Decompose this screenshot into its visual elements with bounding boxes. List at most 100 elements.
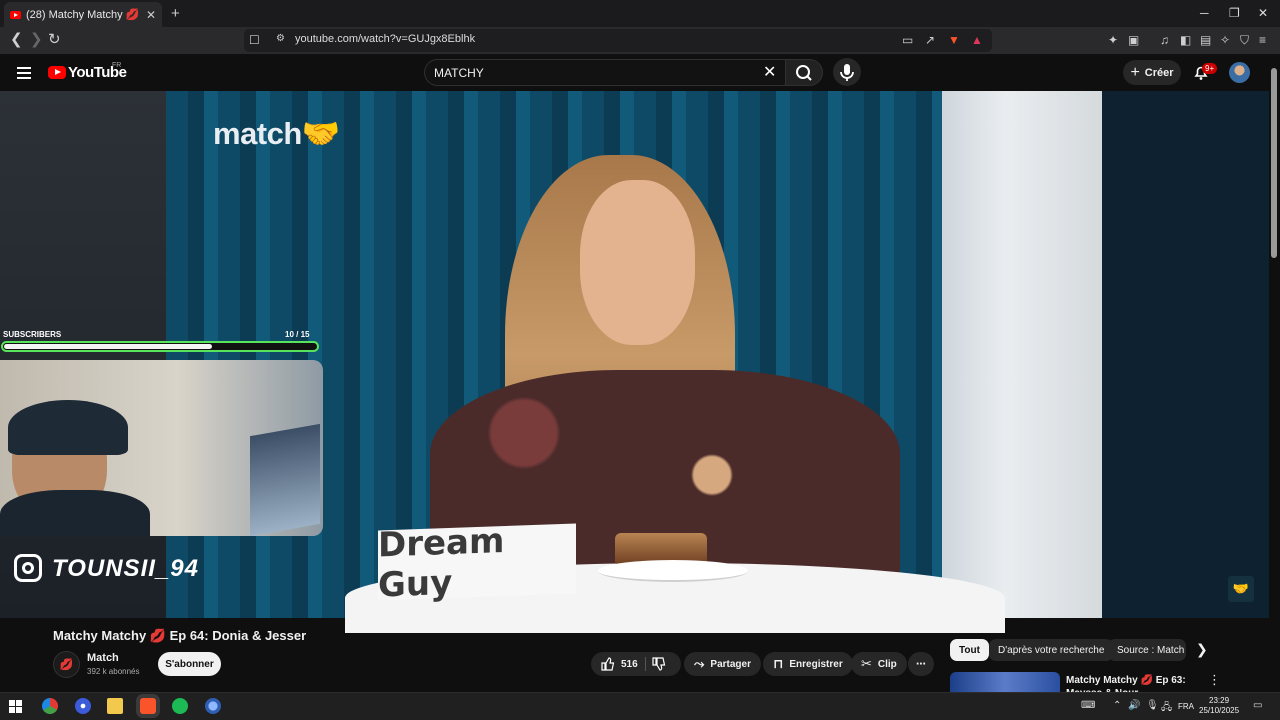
- close-window-button[interactable]: ✕: [1258, 6, 1268, 20]
- tab-title: (28) Matchy Matchy 💋 Ep 64: Donia & Jess…: [26, 9, 142, 21]
- recommended-thumbnail[interactable]: [950, 672, 1060, 692]
- vpn-icon[interactable]: ⛉: [1240, 33, 1249, 48]
- chip-all[interactable]: Tout: [950, 639, 989, 661]
- volume-icon[interactable]: 🔊: [1128, 700, 1140, 711]
- thumbs-up-icon[interactable]: [601, 657, 615, 671]
- streamer-webcam: [0, 360, 323, 536]
- tray-expand-icon[interactable]: ⌃: [1113, 700, 1121, 711]
- video-wall: [942, 91, 1102, 618]
- page-scrollbar[interactable]: [1271, 68, 1277, 258]
- streamer-cap: [8, 400, 128, 455]
- create-button[interactable]: + Créer: [1123, 60, 1181, 85]
- app-icon-2[interactable]: [75, 698, 91, 714]
- new-tab-button[interactable]: +: [171, 5, 180, 22]
- url-text[interactable]: youtube.com/watch?v=GUJgx8Eblhk: [295, 33, 475, 45]
- search-button[interactable]: [785, 59, 823, 86]
- extensions-icon[interactable]: ✦: [1108, 33, 1118, 47]
- back-button[interactable]: ❮: [10, 31, 23, 49]
- save-button[interactable]: ⊓ Enregistrer: [763, 652, 853, 676]
- input-language[interactable]: FRA: [1178, 702, 1194, 711]
- like-divider: [645, 657, 646, 671]
- share-button[interactable]: ⤳ Partager: [684, 652, 761, 676]
- brave-shield-icon[interactable]: ▼: [948, 33, 960, 47]
- microphone-tray-icon[interactable]: 🎙: [1146, 700, 1159, 711]
- subscribers-goal-count: 10 / 15: [285, 330, 310, 339]
- subscribers-goal-label: SUBSCRIBERS: [3, 330, 62, 339]
- minimize-button[interactable]: ─: [1200, 6, 1209, 20]
- more-actions-button[interactable]: ⋯: [908, 652, 934, 676]
- wallet-icon[interactable]: ▤: [1200, 33, 1211, 47]
- restore-button[interactable]: ❐: [1229, 6, 1240, 20]
- share-page-icon[interactable]: ↗: [925, 33, 935, 47]
- scissors-icon: ✂: [861, 656, 872, 671]
- webcam-monitor: [250, 423, 320, 536]
- bookmark-save-icon: ⊓: [773, 656, 784, 671]
- account-avatar[interactable]: [1229, 62, 1250, 83]
- channel-subscriber-count: 392 k abonnés: [87, 667, 140, 676]
- subscribers-progress-fill: [4, 344, 212, 349]
- search-icon: [796, 65, 812, 81]
- media-icon[interactable]: ♫: [1160, 33, 1169, 47]
- tab-close-icon[interactable]: ✕: [146, 8, 156, 22]
- name-card: Dream Guy: [378, 521, 576, 605]
- chips-next-icon[interactable]: ❯: [1196, 641, 1208, 658]
- subscribers-progress-bar: [1, 341, 319, 352]
- instagram-handle: TOUNSII_94: [52, 555, 199, 582]
- streamer-body: [0, 490, 150, 536]
- spotify-icon[interactable]: [172, 698, 188, 714]
- more-icon: ⋯: [916, 658, 926, 670]
- share-icon: ⤳: [694, 656, 705, 671]
- browser-tab-bar: [0, 0, 1280, 27]
- save-label: Enregistrer: [789, 658, 843, 670]
- forward-button[interactable]: ❯: [30, 31, 43, 49]
- system-clock[interactable]: 23:29 25/10/2025: [1199, 696, 1239, 716]
- recommended-menu-icon[interactable]: ⋮: [1208, 672, 1221, 688]
- chip-source-match[interactable]: Source : Match: [1108, 639, 1186, 661]
- keyboard-icon[interactable]: ⌨: [1081, 700, 1095, 711]
- clear-search-icon[interactable]: ✕: [763, 62, 776, 82]
- browser-toolbar: ❮ ❯ ↻: [0, 27, 1280, 54]
- network-icon[interactable]: 🖧: [1161, 700, 1172, 717]
- leo-ai-icon[interactable]: ✧: [1220, 33, 1230, 47]
- clock-date: 25/10/2025: [1199, 706, 1240, 715]
- notification-badge: 9+: [1202, 63, 1218, 74]
- like-dislike-group: 516: [591, 652, 681, 676]
- brave-browser-icon[interactable]: [140, 698, 156, 714]
- chip-search-based[interactable]: D'après votre recherche: [989, 639, 1114, 661]
- cast-icon[interactable]: ▭: [902, 33, 913, 47]
- subscribe-button[interactable]: S'abonner: [158, 652, 221, 676]
- youtube-favicon-icon: [10, 10, 21, 19]
- file-explorer-icon[interactable]: [107, 698, 123, 714]
- recommended-title[interactable]: Matchy Matchy 💋 Ep 63: Mayssa & Nour: [1066, 674, 1196, 692]
- browser-menu-icon[interactable]: ≡: [1259, 33, 1266, 47]
- create-label: Créer: [1144, 66, 1174, 79]
- reload-button[interactable]: ↻: [48, 31, 61, 49]
- voice-search-button[interactable]: [833, 58, 861, 86]
- browser-tab[interactable]: (28) Matchy Matchy 💋 Ep 64: Donia & Jess…: [4, 2, 162, 27]
- clock-time: 23:29: [1209, 696, 1230, 705]
- like-count[interactable]: 516: [621, 659, 638, 670]
- microphone-icon: [840, 64, 854, 81]
- screenshot-icon[interactable]: ▣: [1128, 33, 1139, 47]
- clip-label: Clip: [877, 658, 897, 670]
- app-icon-6[interactable]: [205, 698, 221, 714]
- search-value[interactable]: MATCHY: [434, 66, 484, 80]
- site-info-icon[interactable]: ⚙: [276, 33, 285, 44]
- video-title: Matchy Matchy 💋 Ep 64: Donia & Jesser: [53, 628, 307, 643]
- woman-face: [580, 180, 695, 345]
- notification-center-icon[interactable]: ▭: [1253, 700, 1262, 711]
- video-right-pane: [1102, 91, 1269, 618]
- clip-button[interactable]: ✂ Clip: [851, 652, 907, 676]
- app-icon-1[interactable]: [42, 698, 58, 714]
- bookmark-icon[interactable]: ☐: [249, 33, 260, 47]
- thumbs-down-icon[interactable]: [652, 657, 666, 671]
- menu-icon[interactable]: [17, 67, 31, 82]
- match-brand-logo: match🤝: [213, 116, 340, 151]
- sidebar-icon[interactable]: ◧: [1180, 33, 1191, 47]
- youtube-logo-icon[interactable]: [48, 66, 66, 79]
- brave-rewards-icon[interactable]: ▲: [971, 33, 983, 47]
- channel-name[interactable]: Match: [87, 652, 119, 664]
- channel-watermark-icon[interactable]: 🤝: [1228, 576, 1254, 602]
- windows-start-icon[interactable]: [9, 700, 22, 713]
- channel-avatar[interactable]: 💋: [53, 651, 80, 678]
